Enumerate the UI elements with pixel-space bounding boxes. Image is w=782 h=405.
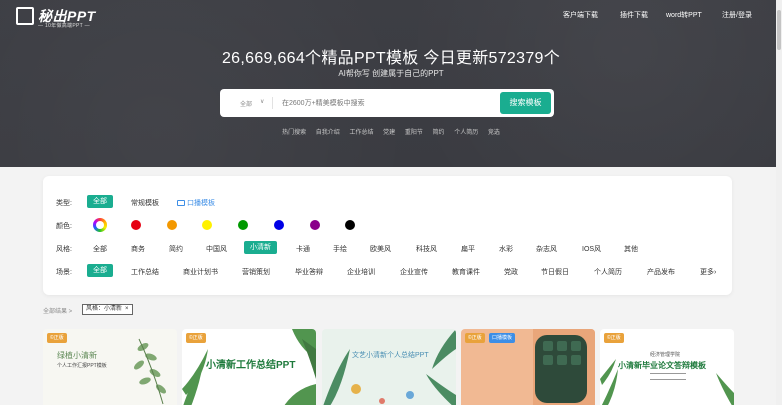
search-button[interactable]: 搜索模板 [500, 92, 551, 114]
color-red-swatch[interactable] [131, 220, 141, 230]
filter-row-scene: 场景: 全部 工作总结 商业计划书 营销策划 毕业答辩 企业培训 企业宣传 教育… [43, 264, 732, 278]
scene-more-link[interactable]: 更多› [700, 267, 716, 277]
close-icon[interactable]: × [125, 306, 129, 312]
nav-client-download[interactable]: 客户端下载 [563, 10, 598, 20]
search-input[interactable] [282, 95, 492, 111]
hero-banner: 秘出PPT — 10年做高端PPT — 客户端下载 插件下载 word转PPT … [0, 0, 782, 167]
filter-type-video[interactable]: 口播模板 [177, 198, 215, 208]
style-option[interactable]: IOS风 [582, 244, 601, 254]
template-card[interactable]: ©正版 绿植小清新 个人工作汇报PPT模板 [43, 329, 177, 405]
active-filter-tag[interactable]: 风格：小清新 × [82, 304, 133, 315]
active-filter-label: 风格：小清新 [86, 306, 123, 312]
filter-type-regular[interactable]: 常规模板 [131, 198, 159, 208]
filter-label-type: 类型: [56, 200, 72, 207]
hot-searches: 热门搜索 自我介绍 工作总结 党建 重阳节 简约 个人简历 竞选 [0, 127, 782, 136]
nav-word-to-ppt[interactable]: word转PPT [666, 10, 702, 20]
card-title: 文艺小清新个人总结PPT [352, 352, 429, 359]
hot-term[interactable]: 自我介绍 [316, 130, 340, 136]
hot-term[interactable]: 个人简历 [454, 130, 478, 136]
color-green-swatch[interactable] [238, 220, 248, 230]
page-scrollbar[interactable] [776, 0, 782, 405]
page-subline: AI帮你写 创建属于自己的PPT [338, 69, 444, 78]
copyright-badge: ©正版 [604, 333, 624, 343]
scene-option[interactable]: 工作总结 [131, 267, 159, 277]
tv-icon [177, 200, 185, 207]
template-card[interactable]: ©正版 小清新工作总结PPT [182, 329, 316, 405]
results-breadcrumb[interactable]: 全部结果 > [43, 306, 72, 315]
card-subtitle: 经济管理学院 [650, 352, 681, 358]
scrollbar-thumb[interactable] [777, 10, 781, 50]
scene-option[interactable]: 教育课件 [452, 267, 480, 277]
nav-login[interactable]: 注册/登录 [722, 10, 752, 20]
filter-label-scene: 场景: [56, 269, 72, 276]
color-black-swatch[interactable] [345, 220, 355, 230]
scene-option[interactable]: 营销策划 [242, 267, 270, 277]
copyright-badge: ©正版 [186, 333, 206, 343]
filter-label-color: 颜色: [56, 223, 72, 230]
scene-option[interactable]: 个人简历 [594, 267, 622, 277]
card-title: 小清新工作总结PPT [206, 360, 296, 371]
style-option[interactable]: 简约 [169, 244, 183, 254]
scene-option[interactable]: 企业宣传 [400, 267, 428, 277]
card-thumbnail [323, 329, 456, 405]
color-all-swatch[interactable] [93, 218, 107, 232]
scene-option-active[interactable]: 全部 [87, 264, 113, 277]
filter-label-style: 风格: [56, 246, 72, 253]
hot-term[interactable]: 竞选 [488, 130, 500, 136]
color-orange-swatch[interactable] [167, 220, 177, 230]
copyright-badge: ©正版 [465, 333, 485, 343]
style-option[interactable]: 手绘 [333, 244, 347, 254]
style-option-active[interactable]: 小清新 [244, 241, 277, 254]
filter-panel: 类型: 全部 常规模板 口播模板 颜色: 风格: 全部 商务 简约 中国风 小清… [43, 176, 732, 295]
style-option[interactable]: 其他 [624, 244, 638, 254]
search-divider [272, 97, 273, 109]
filter-row-color: 颜色: [43, 218, 732, 232]
nav-plugin-download[interactable]: 插件下载 [620, 10, 648, 20]
style-option[interactable]: 中国风 [206, 244, 227, 254]
search-bar: 全部 ∨ 搜索模板 [220, 89, 554, 117]
video-template-badge: 口播模板 [489, 333, 516, 343]
style-option[interactable]: 商务 [131, 244, 145, 254]
style-option[interactable]: 水彩 [499, 244, 513, 254]
page-headline: 26,669,664个精品PPT模板 今日更新572379个 [221, 50, 561, 67]
template-card[interactable]: 文艺小清新个人总结PPT [322, 329, 456, 405]
card-title: 小清新毕业论文答辩模板 [618, 361, 706, 370]
card-title: 绿植小清新 [57, 351, 97, 360]
color-yellow-swatch[interactable] [202, 220, 212, 230]
template-card[interactable]: ©正版 口播模板 [461, 329, 595, 405]
color-blue-swatch[interactable] [274, 220, 284, 230]
copyright-badge: ©正版 [47, 333, 67, 343]
chevron-down-icon[interactable]: ∨ [260, 98, 264, 105]
style-option[interactable]: 扁平 [461, 244, 475, 254]
style-option[interactable]: 欧美风 [370, 244, 391, 254]
hot-search-label: 热门搜索 [282, 130, 307, 136]
filter-row-type: 类型: 全部 常规模板 口播模板 [43, 195, 732, 209]
template-card[interactable]: ©正版 经济管理学院 小清新毕业论文答辩模板 [600, 329, 734, 405]
logo-frame-icon [16, 7, 34, 25]
style-option[interactable]: 杂志风 [536, 244, 557, 254]
hot-term[interactable]: 简约 [433, 130, 445, 136]
color-purple-swatch[interactable] [310, 220, 320, 230]
hot-term[interactable]: 工作总结 [349, 130, 373, 136]
scene-option[interactable]: 企业培训 [347, 267, 375, 277]
style-option[interactable]: 卡通 [296, 244, 310, 254]
style-option[interactable]: 科技风 [416, 244, 437, 254]
hot-term[interactable]: 重阳节 [405, 130, 423, 136]
logo-tagline: — 10年做高端PPT — [38, 23, 90, 29]
scene-option[interactable]: 产品发布 [647, 267, 675, 277]
filter-row-style: 风格: 全部 商务 简约 中国风 小清新 卡通 手绘 欧美风 科技风 扁平 水彩… [43, 241, 732, 255]
scene-option[interactable]: 商业计划书 [183, 267, 218, 277]
scene-option[interactable]: 节日假日 [541, 267, 569, 277]
site-logo[interactable]: 秘出PPT — 10年做高端PPT — [16, 7, 106, 29]
scene-option[interactable]: 毕业答辩 [295, 267, 323, 277]
style-option[interactable]: 全部 [93, 244, 107, 254]
scene-option[interactable]: 党政 [504, 267, 518, 277]
hot-term[interactable]: 党建 [383, 130, 395, 136]
card-subtitle: 个人工作汇报PPT模板 [57, 363, 107, 369]
search-scope-select[interactable]: 全部 [240, 99, 252, 108]
filter-type-all[interactable]: 全部 [87, 195, 113, 208]
